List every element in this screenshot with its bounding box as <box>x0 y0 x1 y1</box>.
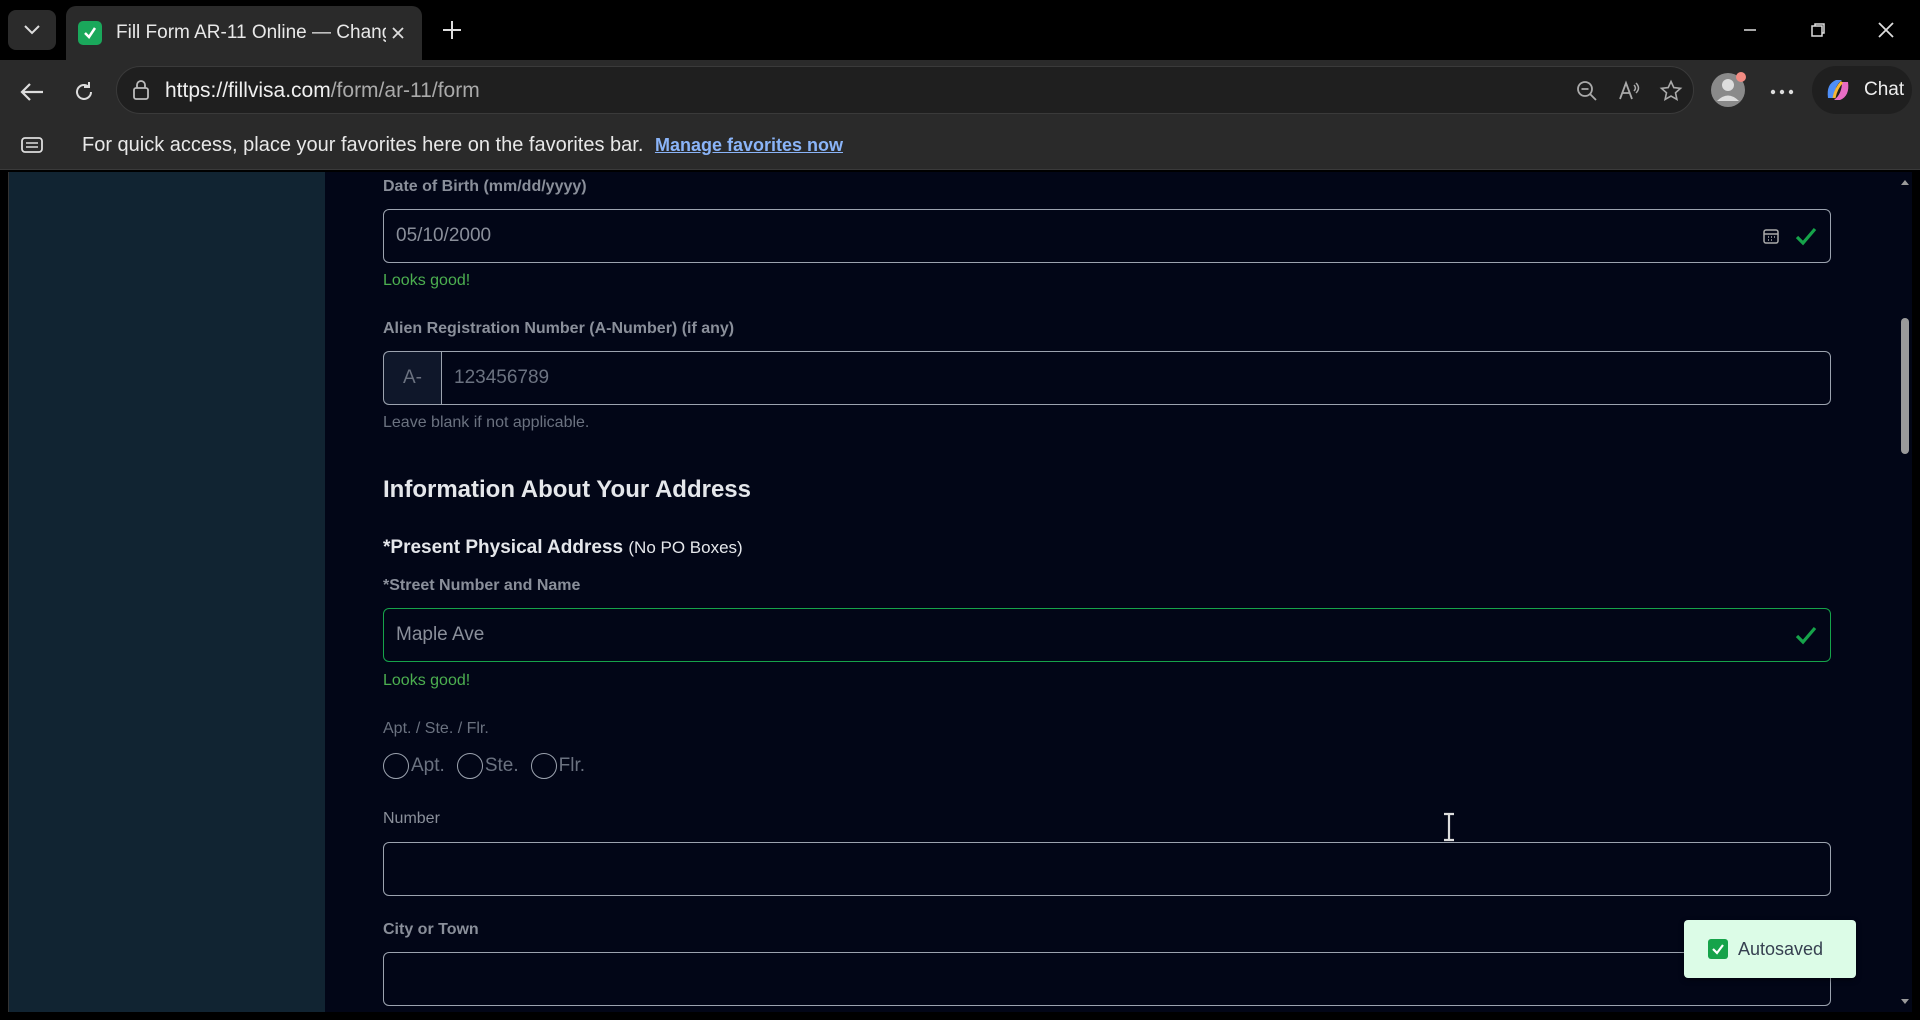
valid-check-icon <box>1795 227 1817 246</box>
anumber-hint: Leave blank if not applicable. <box>383 414 590 431</box>
copilot-chat-button[interactable]: Chat <box>1812 66 1912 114</box>
restore-button[interactable] <box>1798 12 1838 48</box>
street-input[interactable]: Maple Ave <box>383 608 1831 662</box>
zoom-out-icon <box>1577 81 1597 101</box>
page-viewport: Date of Birth (mm/dd/yyyy) 05/10/2000 Lo… <box>8 172 1912 1012</box>
anumber-label: Alien Registration Number (A-Number) (if… <box>383 320 735 337</box>
refresh-icon <box>76 82 92 100</box>
apt-label: Apt. / Ste. / Flr. <box>383 720 489 737</box>
checkbox-check-icon <box>1708 939 1728 959</box>
arrow-left-icon <box>20 83 43 101</box>
favorites-bar: For quick access, place your favorites h… <box>0 122 1920 170</box>
more-horizontal-icon <box>1770 89 1794 95</box>
number-input[interactable] <box>383 842 1831 896</box>
close-icon <box>392 27 404 39</box>
lock-icon[interactable] <box>131 79 151 101</box>
apt-radio-group: Apt. Ste. Flr. <box>383 753 585 779</box>
radio-circle[interactable] <box>456 753 483 779</box>
check-icon <box>84 27 97 39</box>
radio-circle[interactable] <box>383 753 409 779</box>
minimize-icon <box>1744 29 1756 31</box>
city-label: City or Town <box>383 921 479 938</box>
read-aloud-icon <box>1619 80 1640 100</box>
favorite-button[interactable] <box>1657 77 1685 105</box>
scroll-up-icon[interactable] <box>1900 178 1910 186</box>
chevron-down-icon <box>24 25 40 35</box>
radio-flr[interactable]: Flr. <box>530 753 585 779</box>
minimize-button[interactable] <box>1730 12 1770 48</box>
left-sidebar <box>9 172 325 1012</box>
dob-field[interactable]: 05/10/2000 <box>383 209 1831 263</box>
form-content: Date of Birth (mm/dd/yyyy) 05/10/2000 Lo… <box>325 172 1897 1012</box>
profile-button[interactable] <box>1708 70 1748 110</box>
close-icon <box>1878 22 1894 38</box>
site-favicon <box>78 21 102 45</box>
anumber-placeholder: 123456789 <box>454 367 550 388</box>
navigation-bar: https://fillvisa.com/form/ar-11/form Cha… <box>0 60 1920 122</box>
section-title: Information About Your Address <box>383 476 752 503</box>
page-scrollbar[interactable] <box>1897 172 1912 1012</box>
address-bar[interactable]: https://fillvisa.com/form/ar-11/form <box>116 66 1694 114</box>
copilot-icon <box>1827 80 1849 100</box>
refresh-button[interactable] <box>64 72 104 112</box>
calendar-icon[interactable] <box>1762 227 1780 245</box>
read-aloud-button[interactable] <box>1615 77 1643 105</box>
browser-tab[interactable]: Fill Form AR-11 Online — Change of Addre… <box>66 6 422 60</box>
favorites-hint: For quick access, place your favorites h… <box>82 134 843 156</box>
radio-apt[interactable]: Apt. <box>383 753 445 779</box>
dob-valid-message: Looks good! <box>383 272 471 289</box>
street-label: *Street Number and Name <box>383 577 581 594</box>
star-icon <box>1659 79 1683 101</box>
plus-icon <box>443 21 461 39</box>
tab-close-button[interactable] <box>386 21 410 45</box>
anumber-input[interactable]: 123456789 <box>441 351 1831 405</box>
avatar-icon <box>1711 72 1746 107</box>
close-window-button[interactable] <box>1866 12 1906 48</box>
present-address-title: *Present Physical Address (No PO Boxes) <box>383 537 743 558</box>
radio-ste[interactable]: Ste. <box>456 753 519 779</box>
zoom-out-button[interactable] <box>1573 77 1601 105</box>
tab-actions-button[interactable] <box>8 10 56 50</box>
scroll-thumb[interactable] <box>1901 318 1909 454</box>
anumber-prefix: A- <box>383 351 441 405</box>
toast-text: Autosaved <box>1738 938 1824 959</box>
valid-check-icon <box>1795 626 1817 645</box>
text-cursor-icon <box>1444 812 1454 842</box>
street-value: Maple Ave <box>396 624 485 645</box>
dob-label: Date of Birth (mm/dd/yyyy) <box>383 178 587 195</box>
new-tab-button[interactable] <box>434 12 470 48</box>
autosaved-toast: Autosaved <box>1684 920 1856 978</box>
restore-icon <box>1811 23 1825 37</box>
chat-label: Chat <box>1864 79 1905 100</box>
manage-favorites-link[interactable]: Manage favorites now <box>655 135 843 155</box>
favorites-icon <box>21 137 43 153</box>
back-button[interactable] <box>12 72 52 112</box>
number-label: Number <box>383 810 440 827</box>
dob-value: 05/10/2000 <box>396 225 492 246</box>
tab-bar: Fill Form AR-11 Online — Change of Addre… <box>0 0 1920 60</box>
scroll-down-icon[interactable] <box>1900 998 1910 1006</box>
tab-title: Fill Form AR-11 Online — Change of Addre… <box>116 22 386 43</box>
street-valid-message: Looks good! <box>383 672 471 689</box>
settings-more-button[interactable] <box>1762 72 1802 112</box>
radio-circle[interactable] <box>530 753 557 779</box>
city-input[interactable] <box>383 952 1831 1006</box>
url-text: https://fillvisa.com/form/ar-11/form <box>165 79 480 102</box>
